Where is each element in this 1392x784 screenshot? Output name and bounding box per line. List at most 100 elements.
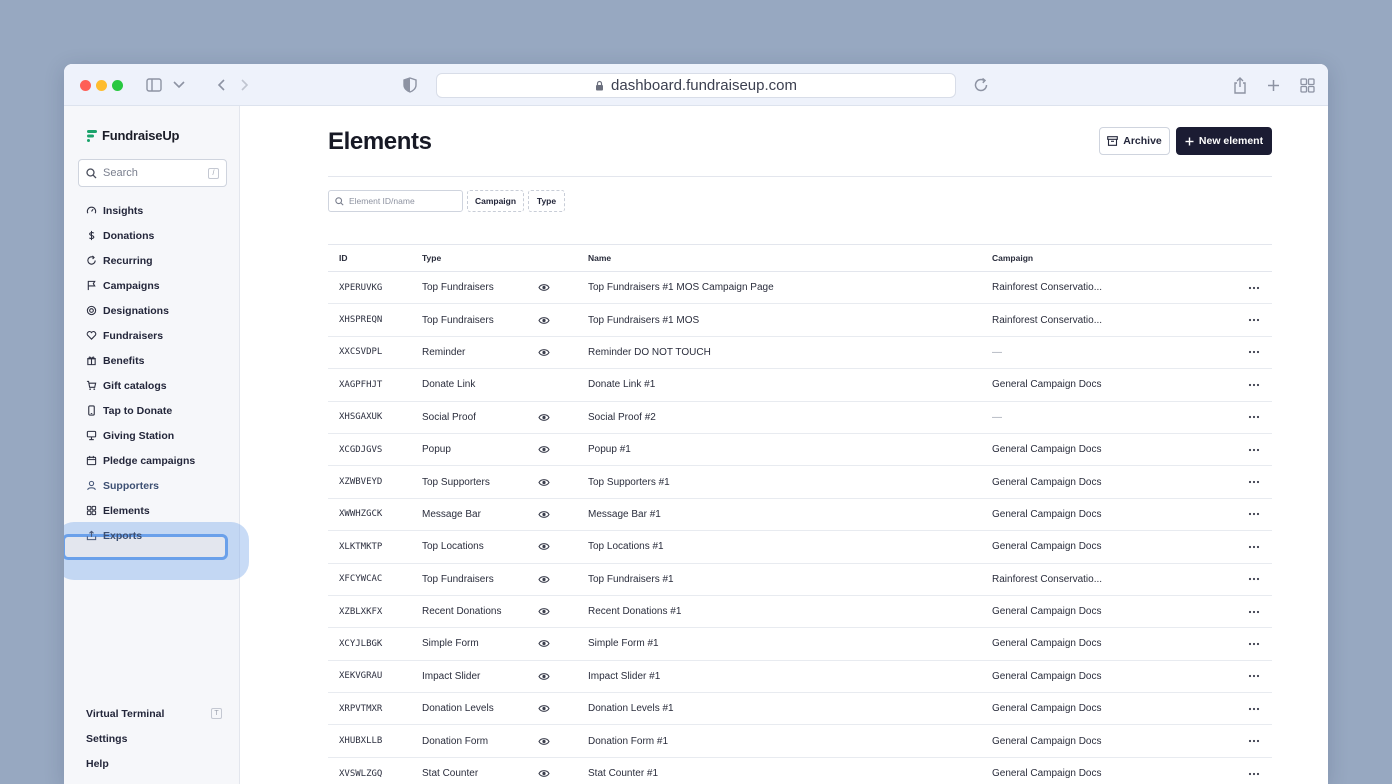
eye-icon[interactable] bbox=[538, 758, 550, 784]
sidebar-search-input[interactable]: Search / bbox=[78, 159, 227, 187]
eye-icon[interactable] bbox=[538, 661, 550, 692]
more-options-icon[interactable] bbox=[1248, 758, 1260, 784]
address-bar[interactable]: dashboard.fundraiseup.com bbox=[436, 73, 956, 98]
table-row[interactable]: XRPVTMXR Donation Levels Donation Levels #… bbox=[328, 693, 1272, 726]
element-name[interactable]: Donation Form #1 bbox=[588, 725, 668, 756]
sidebar-item-elements[interactable]: Elements bbox=[78, 498, 228, 523]
element-name[interactable]: Impact Slider #1 bbox=[588, 661, 660, 692]
sidebar-item-designations[interactable]: Designations bbox=[78, 298, 228, 323]
table-row[interactable]: XPERUVKG Top Fundraisers Top Fundraisers #… bbox=[328, 272, 1272, 305]
sidebar-item-settings[interactable]: Settings bbox=[78, 726, 228, 751]
eye-icon[interactable] bbox=[538, 725, 550, 756]
element-name[interactable]: Stat Counter #1 bbox=[588, 758, 658, 784]
table-row[interactable]: XAGPFHJT Donate Link Donate Link #1 General… bbox=[328, 369, 1272, 402]
sidebar-item-giving-station[interactable]: Giving Station bbox=[78, 423, 228, 448]
eye-icon[interactable] bbox=[538, 596, 550, 627]
eye-icon[interactable] bbox=[538, 304, 550, 335]
table-row[interactable]: XFCYWCAC Top Fundraisers Top Fundraisers #… bbox=[328, 564, 1272, 596]
eye-icon[interactable] bbox=[538, 337, 550, 368]
sidebar-item-insights[interactable]: Insights bbox=[78, 198, 228, 223]
sidebar-item-supporters[interactable]: Supporters bbox=[78, 473, 228, 498]
column-header-id[interactable]: ID bbox=[339, 245, 348, 271]
campaign-filter-chip[interactable]: Campaign bbox=[467, 190, 524, 212]
element-name[interactable]: Social Proof #2 bbox=[588, 402, 656, 433]
table-row[interactable]: XWWHZGCK Message Bar Message Bar #1 General… bbox=[328, 499, 1272, 532]
sidebar-item-virtual-terminal[interactable]: Virtual Terminal T bbox=[78, 701, 228, 726]
element-name[interactable]: Popup #1 bbox=[588, 434, 631, 465]
sidebar-item-exports[interactable]: Exports bbox=[78, 523, 228, 548]
element-name[interactable]: Donation Levels #1 bbox=[588, 693, 674, 724]
element-name[interactable]: Top Locations #1 bbox=[588, 531, 664, 562]
new-tab-icon[interactable] bbox=[1263, 75, 1283, 95]
share-icon[interactable] bbox=[1230, 75, 1250, 95]
more-options-icon[interactable] bbox=[1248, 531, 1260, 562]
element-search-input[interactable]: Element ID/name bbox=[328, 190, 463, 212]
more-options-icon[interactable] bbox=[1248, 628, 1260, 659]
eye-icon[interactable] bbox=[538, 693, 550, 724]
table-row[interactable]: XVSWLZGQ Stat Counter Stat Counter #1 Gener… bbox=[328, 758, 1272, 784]
fundraiseup-logo[interactable]: FundraiseUp bbox=[86, 128, 179, 143]
shield-icon[interactable] bbox=[400, 75, 420, 95]
column-header-type[interactable]: Type bbox=[422, 245, 441, 271]
element-name[interactable]: Recent Donations #1 bbox=[588, 596, 681, 627]
sidebar-item-recurring[interactable]: Recurring bbox=[78, 248, 228, 273]
eye-icon[interactable] bbox=[538, 466, 550, 497]
eye-icon[interactable] bbox=[538, 628, 550, 659]
tab-overview-icon[interactable] bbox=[1297, 75, 1317, 95]
table-row[interactable]: XEKVGRAU Impact Slider Impact Slider #1 Gen… bbox=[328, 661, 1272, 694]
chevron-down-icon[interactable] bbox=[169, 75, 189, 95]
element-name[interactable]: Message Bar #1 bbox=[588, 499, 661, 530]
type-filter-chip[interactable]: Type bbox=[528, 190, 565, 212]
sidebar-item-tap-to-donate[interactable]: Tap to Donate bbox=[78, 398, 228, 423]
column-header-name[interactable]: Name bbox=[588, 245, 611, 271]
table-row[interactable]: XCGDJGVS Popup Popup #1 General Campaign Do… bbox=[328, 434, 1272, 467]
table-row[interactable]: XCYJLBGK Simple Form Simple Form #1 General… bbox=[328, 628, 1272, 661]
more-options-icon[interactable] bbox=[1248, 661, 1260, 692]
more-options-icon[interactable] bbox=[1248, 434, 1260, 465]
element-name[interactable]: Top Supporters #1 bbox=[588, 466, 670, 497]
more-options-icon[interactable] bbox=[1248, 725, 1260, 756]
table-row[interactable]: XXCSVDPL Reminder Reminder DO NOT TOUCH — bbox=[328, 337, 1272, 370]
more-options-icon[interactable] bbox=[1248, 596, 1260, 627]
sidebar-toggle-icon[interactable] bbox=[144, 75, 164, 95]
eye-icon[interactable] bbox=[538, 434, 550, 465]
table-row[interactable]: XHSPREQN Top Fundraisers Top Fundraisers #… bbox=[328, 304, 1272, 337]
element-name[interactable]: Top Fundraisers #1 MOS bbox=[588, 304, 699, 335]
more-options-icon[interactable] bbox=[1248, 564, 1260, 595]
more-options-icon[interactable] bbox=[1248, 304, 1260, 335]
table-row[interactable]: XZWBVEYD Top Supporters Top Supporters #1 G… bbox=[328, 466, 1272, 499]
sidebar-item-pledge-campaigns[interactable]: Pledge campaigns bbox=[78, 448, 228, 473]
eye-icon[interactable] bbox=[538, 402, 550, 433]
more-options-icon[interactable] bbox=[1248, 499, 1260, 530]
forward-icon[interactable] bbox=[235, 75, 255, 95]
minimize-window-button[interactable] bbox=[96, 80, 107, 91]
table-row[interactable]: XHSGAXUK Social Proof Social Proof #2 — bbox=[328, 402, 1272, 434]
back-icon[interactable] bbox=[211, 75, 231, 95]
element-name[interactable]: Donate Link #1 bbox=[588, 369, 655, 400]
eye-icon[interactable] bbox=[538, 272, 550, 303]
reload-icon[interactable] bbox=[971, 75, 991, 95]
sidebar-item-fundraisers[interactable]: Fundraisers bbox=[78, 323, 228, 348]
close-window-button[interactable] bbox=[80, 80, 91, 91]
element-name[interactable]: Top Fundraisers #1 bbox=[588, 564, 674, 595]
sidebar-item-campaigns[interactable]: Campaigns bbox=[78, 273, 228, 298]
table-row[interactable]: XHUBXLLB Donation Form Donation Form #1 Gen… bbox=[328, 725, 1272, 758]
archive-button[interactable]: Archive bbox=[1099, 127, 1170, 155]
more-options-icon[interactable] bbox=[1248, 337, 1260, 368]
eye-icon[interactable] bbox=[538, 499, 550, 530]
sidebar-item-donations[interactable]: Donations bbox=[78, 223, 228, 248]
table-row[interactable]: XZBLXKFX Recent Donations Recent Donations… bbox=[328, 596, 1272, 629]
element-name[interactable]: Simple Form #1 bbox=[588, 628, 659, 659]
element-name[interactable]: Reminder DO NOT TOUCH bbox=[588, 337, 711, 368]
more-options-icon[interactable] bbox=[1248, 272, 1260, 303]
maximize-window-button[interactable] bbox=[112, 80, 123, 91]
eye-icon[interactable] bbox=[538, 531, 550, 562]
table-row[interactable]: XLKTMKTP Top Locations Top Locations #1 Gen… bbox=[328, 531, 1272, 564]
sidebar-item-benefits[interactable]: Benefits bbox=[78, 348, 228, 373]
more-options-icon[interactable] bbox=[1248, 402, 1260, 433]
more-options-icon[interactable] bbox=[1248, 369, 1260, 400]
more-options-icon[interactable] bbox=[1248, 693, 1260, 724]
more-options-icon[interactable] bbox=[1248, 466, 1260, 497]
sidebar-item-gift-catalogs[interactable]: Gift catalogs bbox=[78, 373, 228, 398]
eye-icon[interactable] bbox=[538, 564, 550, 595]
